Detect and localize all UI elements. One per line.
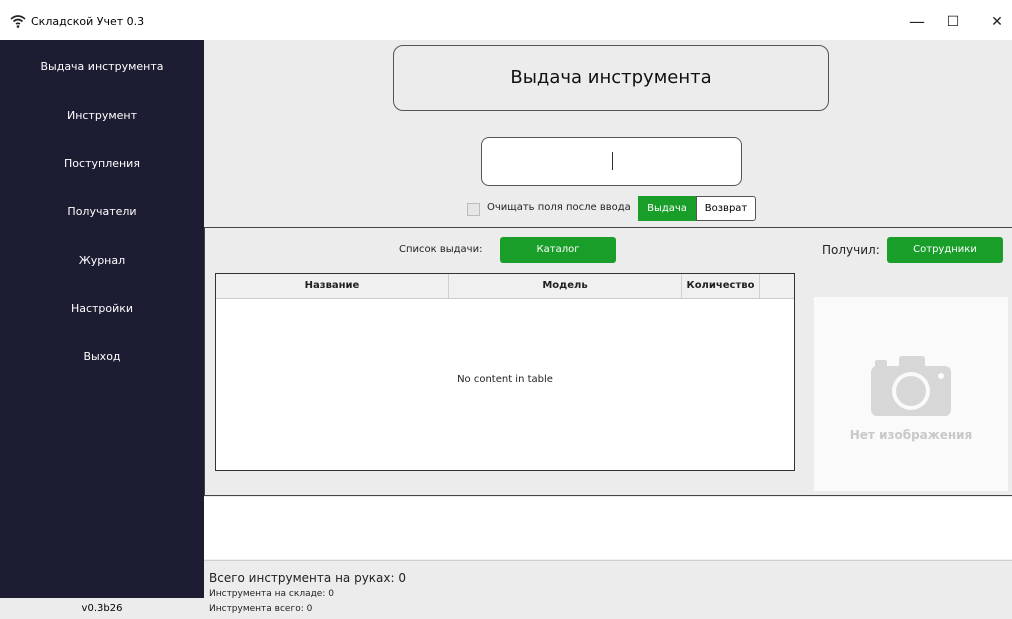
staff-button[interactable]: Сотрудники [887,237,1003,263]
tools-total: Инструмента всего: 0 [209,604,313,614]
page-title: Выдача инструмента [393,45,829,111]
received-by-label: Получил: [822,243,880,257]
sidebar-item-recipients[interactable]: Получатели [0,197,204,227]
sidebar-item-settings[interactable]: Настройки [0,294,204,324]
no-image-label: Нет изображения [849,428,973,442]
issue-table[interactable]: Название Модель Количество No content in… [215,273,795,471]
sidebar-item-receipts[interactable]: Поступления [0,149,204,179]
wifi-icon [10,15,26,28]
camera-icon [871,356,951,416]
tools-in-stock: Инструмента на складе: 0 [209,589,334,599]
window-title: Складской Учет 0.3 [31,15,145,28]
column-header-name[interactable]: Название [216,274,449,298]
close-button[interactable]: ✕ [982,10,1012,34]
clear-fields-label: Очищать поля после ввода [487,202,631,213]
sidebar-item-tools[interactable]: Инструмент [0,101,204,131]
status-footer: Всего инструмента на руках: 0 Инструмент… [204,560,1012,619]
empty-area [204,497,1012,559]
catalog-button[interactable]: Каталог [500,237,616,263]
sidebar: Выдача инструмента Инструмент Поступлени… [0,40,204,598]
text-caret [612,152,613,170]
version-label: v0.3b26 [0,598,204,619]
recipient-photo: Нет изображения [814,297,1008,491]
maximize-button[interactable]: ☐ [938,10,968,34]
issue-list-label: Список выдачи: [399,244,483,255]
column-header-quantity[interactable]: Количество [682,274,760,298]
sidebar-item-exit[interactable]: Выход [0,342,204,372]
tools-on-hands: Всего инструмента на руках: 0 [209,571,406,585]
minimize-button[interactable]: — [902,10,932,34]
mode-issue-toggle[interactable]: Выдача [638,196,696,221]
clear-fields-checkbox[interactable] [467,203,480,216]
column-header-model[interactable]: Модель [449,274,682,298]
sidebar-item-tool-issue[interactable]: Выдача инструмента [0,52,204,82]
mode-return-toggle[interactable]: Возврат [696,196,756,221]
sidebar-item-journal[interactable]: Журнал [0,246,204,276]
table-empty-message: No content in table [457,374,553,385]
table-header: Название Модель Количество [216,274,794,299]
window-titlebar: Складской Учет 0.3 — ☐ ✕ [0,0,1012,40]
